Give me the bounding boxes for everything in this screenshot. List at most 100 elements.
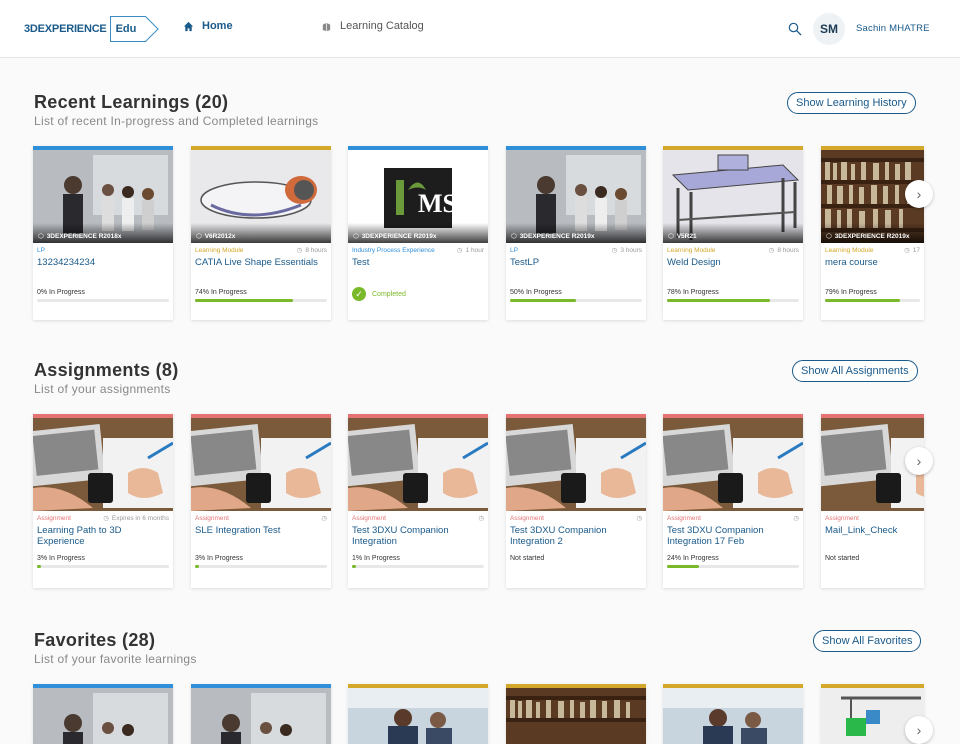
card-type-label: LP xyxy=(37,246,45,254)
assignment-card[interactable]: Assignment ◷ Test 3DXU Companion Integrat… xyxy=(348,414,488,588)
check-icon: ✓ xyxy=(352,287,366,301)
card-thumbnail xyxy=(33,688,173,744)
show-all-favorites-button[interactable]: Show All Favorites xyxy=(813,630,922,652)
progress-bar xyxy=(510,299,642,302)
card-title: TestLP xyxy=(510,257,540,268)
section-subtitle: List of your assignments xyxy=(34,382,171,396)
card-meta: Learning Module ◷ 8 hours xyxy=(663,243,803,257)
clock-icon: ◷ xyxy=(321,515,327,522)
clock-icon: ◷ xyxy=(456,247,463,254)
learning-card[interactable]: ⬡ 3DEXPERIENCE R2018x LP 13234234234 0% … xyxy=(33,146,173,320)
card-status: Not started xyxy=(825,555,860,562)
card-status: 0% In Progress xyxy=(37,289,85,296)
card-version-label: ⬡ 3DEXPERIENCE R2019x xyxy=(821,223,924,243)
clock-icon: ◷ xyxy=(904,247,910,254)
progress-fill xyxy=(510,299,576,302)
card-meta: Assignment ◷ Expires in 6 months xyxy=(33,511,173,525)
card-thumbnail xyxy=(663,418,803,511)
section-title: Assignments (8) xyxy=(34,360,179,380)
favorite-card[interactable] xyxy=(33,684,173,744)
assignment-card[interactable]: Assignment Mail_Link_Check Not started xyxy=(821,414,924,588)
card-thumbnail xyxy=(506,418,646,511)
card-meta: LP xyxy=(33,243,173,257)
progress-fill xyxy=(37,565,41,568)
favorite-card[interactable] xyxy=(663,684,803,744)
card-status: 1% In Progress xyxy=(352,555,400,562)
card-thumbnail: ⬡ V6R2012x xyxy=(191,150,331,243)
nav-catalog-label: Learning Catalog xyxy=(340,20,424,32)
avatar[interactable]: SM xyxy=(813,13,845,45)
nav-learning-catalog[interactable]: Learning Catalog xyxy=(321,20,424,32)
learning-card[interactable]: ⬡ 3DEXPERIENCE R2019x Learning Module ◷ 17… xyxy=(821,146,924,320)
card-title: Weld Design xyxy=(667,257,721,268)
chevron-right-icon[interactable]: › xyxy=(905,447,933,475)
card-duration: ◷ 17 xyxy=(904,246,920,255)
card-title: CATIA Live Shape Essentials xyxy=(195,257,318,268)
card-duration: ◷ 3 hours xyxy=(611,246,642,255)
learning-card[interactable]: ⬡ 3DEXPERIENCE R2019x LP ◷ 3 hours TestLP … xyxy=(506,146,646,320)
card-type-label: Learning Module xyxy=(195,246,244,254)
card-version-label: ⬡ 3DEXPERIENCE R2019x xyxy=(506,223,646,243)
nav-home[interactable]: Home xyxy=(183,20,233,32)
app-logo[interactable]: 3DEXPERIENCE Edu xyxy=(24,15,147,43)
clock-icon: ◷ xyxy=(636,515,642,522)
catalog-icon xyxy=(322,22,331,31)
progress-bar xyxy=(825,299,920,302)
card-status: Completed xyxy=(372,290,406,298)
clock-icon: ◷ xyxy=(103,515,109,522)
clock-icon: ◷ xyxy=(611,247,618,254)
assignment-card[interactable]: Assignment ◷ Test 3DXU Companion Integrat… xyxy=(506,414,646,588)
card-duration: ◷ 8 hours xyxy=(768,246,799,255)
favorite-card[interactable] xyxy=(348,684,488,744)
card-type-label: Assignment xyxy=(195,514,229,522)
card-thumbnail xyxy=(191,688,331,744)
progress-fill xyxy=(195,565,199,568)
card-type-label: LP xyxy=(510,246,518,254)
search-icon[interactable] xyxy=(788,22,802,36)
assignment-card[interactable]: Assignment ◷ Expires in 6 months Learning … xyxy=(33,414,173,588)
card-type-label: Industry Process Experience xyxy=(352,246,435,254)
logo-edu-badge: Edu xyxy=(109,16,147,42)
show-all-assignments-button[interactable]: Show All Assignments xyxy=(792,360,918,382)
card-type-label: Assignment xyxy=(825,514,859,522)
progress-fill xyxy=(195,299,293,302)
card-status: 50% In Progress xyxy=(510,289,562,296)
card-title: Test 3DXU Companion Integration xyxy=(352,525,449,547)
progress-bar xyxy=(37,299,169,302)
assignment-card[interactable]: Assignment ◷ Test 3DXU Companion Integrat… xyxy=(663,414,803,588)
card-meta: Assignment ◷ xyxy=(663,511,803,525)
section-title: Recent Learnings (20) xyxy=(34,92,229,112)
card-expiry: ◷ Expires in 6 months xyxy=(103,514,169,523)
assignment-card[interactable]: Assignment ◷ SLE Integration Test 3% In P… xyxy=(191,414,331,588)
nav-home-label: Home xyxy=(202,20,233,32)
card-thumbnail xyxy=(348,418,488,511)
section-subtitle: List of recent In-progress and Completed… xyxy=(34,114,319,128)
card-meta: Learning Module ◷ 8 hours xyxy=(191,243,331,257)
favorite-card[interactable] xyxy=(506,684,646,744)
card-meta: Industry Process Experience ◷ 1 hour xyxy=(348,243,488,257)
progress-fill xyxy=(667,299,770,302)
card-title: mera course xyxy=(825,257,878,268)
chevron-right-icon[interactable]: › xyxy=(905,716,933,744)
card-status: 74% In Progress xyxy=(195,289,247,296)
card-title: Learning Path to 3D Experience xyxy=(37,525,122,547)
learning-card[interactable]: MS ⬡ 3DEXPERIENCE R2019x Industry Proces… xyxy=(348,146,488,320)
card-type-label: Assignment xyxy=(37,514,71,522)
user-name[interactable]: Sachin MHATRE xyxy=(856,23,930,34)
card-type-label: Assignment xyxy=(510,514,544,522)
progress-bar xyxy=(667,299,799,302)
progress-fill xyxy=(352,565,356,568)
learning-card[interactable]: ⬡ V6R2012x Learning Module ◷ 8 hours CATIA… xyxy=(191,146,331,320)
favorite-card[interactable] xyxy=(191,684,331,744)
completed-status: ✓ Completed xyxy=(348,287,488,301)
progress-bar xyxy=(195,565,327,568)
chevron-right-icon[interactable]: › xyxy=(905,180,933,208)
card-meta: Assignment xyxy=(821,511,924,525)
show-learning-history-button[interactable]: Show Learning History xyxy=(787,92,916,114)
card-type-label: Learning Module xyxy=(667,246,716,254)
card-meta: LP ◷ 3 hours xyxy=(506,243,646,257)
card-thumbnail: ⬡ 3DEXPERIENCE R2019x xyxy=(506,150,646,243)
card-version-label: ⬡ 3DEXPERIENCE R2018x xyxy=(33,223,173,243)
clock-icon: ◷ xyxy=(768,247,775,254)
learning-card[interactable]: ⬡ V5R21 Learning Module ◷ 8 hours Weld Des… xyxy=(663,146,803,320)
